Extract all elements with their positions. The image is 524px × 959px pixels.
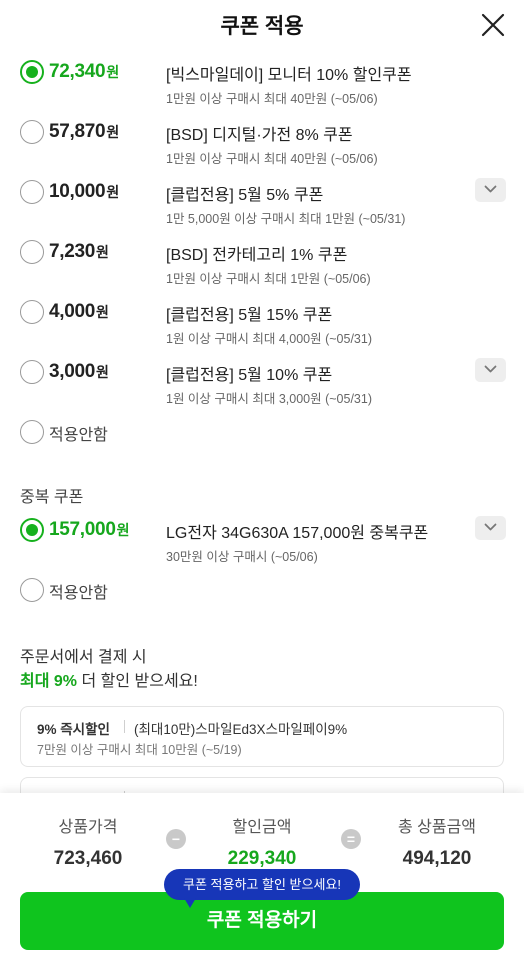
coupon-name: [빅스마일데이] 모니터 10% 할인쿠폰 [166,67,412,84]
close-icon[interactable] [480,12,506,38]
coupon-name: [클럽전용] 5월 15% 쿠폰 [166,307,333,324]
coupon-amount: 3,000원 [49,361,109,382]
discount-summary: 할인금액 229,340 [197,813,327,870]
no-apply-label: 적용안함 [49,585,108,602]
modal-title: 쿠폰 적용 [220,15,304,38]
expand-button[interactable] [475,358,506,382]
duplicate-no-apply-option[interactable]: 적용안함 [0,566,524,626]
radio-button[interactable] [20,240,44,264]
radio-button[interactable] [20,518,44,542]
coupon-option[interactable]: 57,870원 [BSD] 디지털·가전 8% 쿠폰 1만원 이상 구매시 최대… [0,108,524,168]
minus-icon: − [166,829,186,849]
total-summary: 총 상품금액 494,120 [372,813,502,870]
coupon-desc: 1원 이상 구매시 최대 4,000원 (~05/31) [166,332,373,346]
coupon-amount: 4,000원 [49,301,109,322]
coupon-desc: 1만원 이상 구매시 최대 40만원 (~05/06) [166,152,378,166]
coupon-name: [BSD] 전카테고리 1% 쿠폰 [166,247,348,264]
promo-line-2: 최대 9% 더 할인 받으세요! [20,673,198,690]
radio-button[interactable] [20,60,44,84]
radio-button[interactable] [20,180,44,204]
coupon-name: LG전자 34G630A 157,000원 중복쿠폰 [166,525,429,542]
coupon-desc: 1만 5,000원 이상 구매시 최대 1만원 (~05/31) [166,212,406,226]
radio-button[interactable] [20,578,44,602]
coupon-option[interactable]: 72,340원 [빅스마일데이] 모니터 10% 할인쿠폰 1만원 이상 구매시… [0,48,524,108]
coupon-desc: 1만원 이상 구매시 최대 40만원 (~05/06) [166,92,378,106]
coupon-amount: 157,000원 [49,519,130,540]
coupon-desc: 1원 이상 구매시 최대 3,000원 (~05/31) [166,392,373,406]
coupon-name: [클럽전용] 5월 10% 쿠폰 [166,367,333,384]
discount-label: 할인금액 [232,819,292,836]
discount-value: 229,340 [227,848,297,869]
duplicate-coupon-title: 중복 쿠폰 [20,489,84,506]
price-value: 723,460 [53,848,123,869]
payment-benefit-card[interactable]: 9% 즉시할인 (최대10만)스마일Ed3X스마일페이9% 7만원 이상 구매시… [20,706,504,767]
apply-coupon-button[interactable]: 쿠폰 적용하기 [20,892,504,950]
coupon-option[interactable]: 7,230원 [BSD] 전카테고리 1% 쿠폰 1만원 이상 구매시 최대 1… [0,228,524,288]
benefit-label: 9% 즉시할인 [37,722,110,737]
price-label: 상품가격 [58,819,118,836]
promo-line-1: 주문서에서 결제 시 [20,649,147,666]
coupon-amount: 7,230원 [49,241,109,262]
duplicate-coupon-option[interactable]: 157,000원 LG전자 34G630A 157,000원 중복쿠폰 30만원… [0,506,524,566]
chevron-down-icon [484,365,497,373]
radio-button[interactable] [20,360,44,384]
coupon-option[interactable]: 10,000원 [클럽전용] 5월 5% 쿠폰 1만 5,000원 이상 구매시… [0,168,524,228]
promo-tooltip: 쿠폰 적용하고 할인 받으세요! [164,869,360,908]
total-value: 494,120 [402,848,472,869]
coupon-desc: 30만원 이상 구매시 (~05/06) [166,550,318,564]
expand-button[interactable] [475,178,506,202]
price-summary: 상품가격 723,460 [23,813,153,870]
coupon-amount: 57,870원 [49,121,119,142]
coupon-desc: 1만원 이상 구매시 최대 1만원 (~05/06) [166,272,371,286]
radio-button[interactable] [20,120,44,144]
coupon-amount: 72,340원 [49,61,119,82]
equals-icon: = [341,829,361,849]
chevron-down-icon [484,523,497,531]
total-label: 총 상품금액 [397,819,477,836]
radio-button[interactable] [20,300,44,324]
divider [124,720,125,733]
coupon-amount: 10,000원 [49,181,119,202]
coupon-option[interactable]: 3,000원 [클럽전용] 5월 10% 쿠폰 1원 이상 구매시 최대 3,0… [0,348,524,408]
promo-highlight: 최대 9% [20,673,78,690]
coupon-option[interactable]: 4,000원 [클럽전용] 5월 15% 쿠폰 1원 이상 구매시 최대 4,0… [0,288,524,348]
modal-header: 쿠폰 적용 [0,0,524,48]
expand-button[interactable] [475,516,506,540]
no-apply-label: 적용안함 [49,427,108,444]
benefit-title: (최대10만)스마일Ed3X스마일페이9% [134,722,348,737]
chevron-down-icon [484,185,497,193]
benefit-desc: 7만원 이상 구매시 최대 10만원 (~5/19) [37,743,242,757]
coupon-name: [클럽전용] 5월 5% 쿠폰 [166,187,324,204]
coupon-name: [BSD] 디지털·가전 8% 쿠폰 [166,127,353,144]
no-apply-option[interactable]: 적용안함 [0,408,524,468]
radio-button[interactable] [20,420,44,444]
